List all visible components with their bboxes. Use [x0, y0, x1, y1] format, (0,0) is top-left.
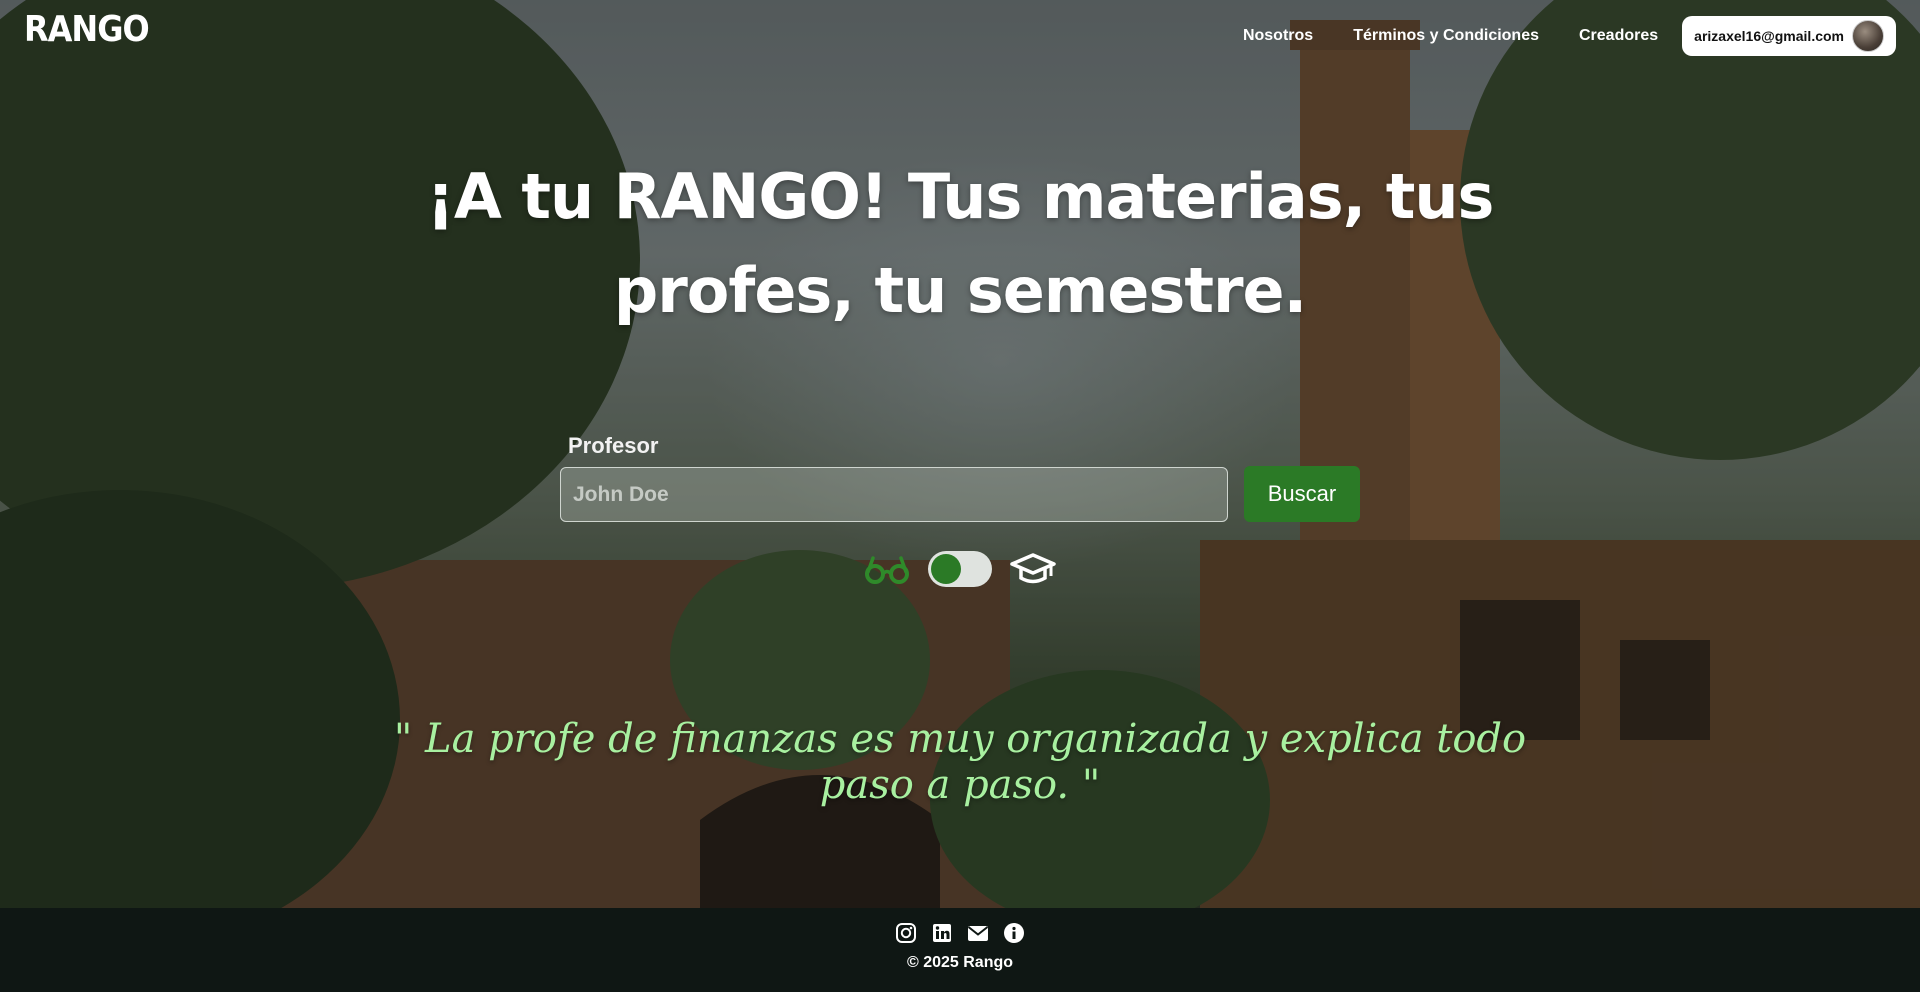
copyright-text: © 2025 Rango: [906, 954, 1014, 971]
footer: [0, 908, 1920, 992]
info-icon[interactable]: [1003, 922, 1025, 944]
nav-link-nosotros[interactable]: Nosotros: [1243, 27, 1313, 45]
graduation-cap-icon[interactable]: [1010, 550, 1056, 588]
mode-toggle-switch[interactable]: [928, 551, 992, 587]
instagram-icon[interactable]: [895, 922, 917, 944]
user-menu-button[interactable]: arizaxel16@gmail.com: [1682, 16, 1896, 56]
footer-social-icons: [0, 922, 1920, 944]
rango-logo[interactable]: RANGO: [24, 8, 150, 50]
glasses-icon[interactable]: [864, 552, 910, 586]
top-nav: Nosotros Términos y Condiciones Creadore…: [1243, 16, 1896, 56]
avatar: [1852, 20, 1884, 52]
nav-link-terminos[interactable]: Términos y Condiciones: [1353, 27, 1539, 45]
hero-headline: ¡A tu RANGO! Tus materias, tus profes, t…: [426, 160, 1495, 327]
nav-link-creadores[interactable]: Creadores: [1579, 27, 1658, 45]
user-email: arizaxel16@gmail.com: [1694, 28, 1844, 44]
testimonial-quote: " La profe de finanzas es muy organizada…: [393, 716, 1527, 808]
email-icon[interactable]: [967, 922, 989, 944]
professor-search-input[interactable]: [560, 467, 1228, 522]
search-mode-toggle-row: [864, 548, 1056, 590]
linkedin-icon[interactable]: [931, 922, 953, 944]
toggle-knob: [931, 554, 961, 584]
search-label: Profesor: [568, 433, 659, 458]
search-button[interactable]: Buscar: [1244, 466, 1360, 522]
